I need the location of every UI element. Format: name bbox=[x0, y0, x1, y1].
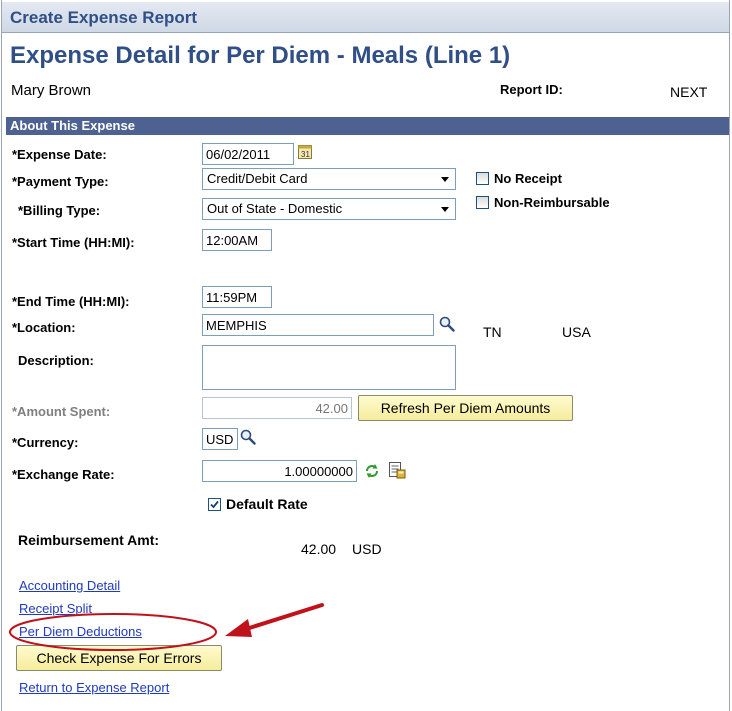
return-to-expense-report-link[interactable]: Return to Expense Report bbox=[19, 680, 169, 695]
end-time-label: *End Time (HH:MI): bbox=[12, 294, 130, 309]
reimbursement-currency: USD bbox=[352, 541, 382, 557]
payment-type-label: *Payment Type: bbox=[12, 174, 109, 189]
report-id-value: NEXT bbox=[670, 84, 708, 100]
rate-detail-icon[interactable] bbox=[388, 461, 406, 484]
location-input[interactable] bbox=[202, 314, 434, 336]
description-textarea[interactable] bbox=[202, 345, 456, 390]
non-reimbursable-checkbox[interactable] bbox=[476, 196, 489, 209]
page-title: Expense Detail for Per Diem - Meals (Lin… bbox=[10, 42, 511, 69]
default-rate-label: Default Rate bbox=[226, 496, 308, 512]
location-lookup-icon[interactable] bbox=[439, 316, 455, 337]
no-receipt-checkbox[interactable] bbox=[476, 172, 489, 185]
annotation-arrow-shaft bbox=[241, 603, 324, 632]
billing-type-select[interactable]: Out of State - Domestic bbox=[202, 198, 456, 220]
annotation-overlay bbox=[9, 603, 324, 651]
reimbursement-label: Reimbursement Amt: bbox=[18, 532, 160, 548]
location-state: TN bbox=[483, 324, 502, 340]
expense-date-input[interactable] bbox=[202, 143, 294, 165]
description-label: Description: bbox=[18, 353, 94, 368]
reimbursement-amount: 42.00 bbox=[301, 541, 337, 557]
start-time-input[interactable] bbox=[202, 229, 272, 251]
amount-spent-label: *Amount Spent: bbox=[12, 404, 111, 419]
billing-type-label: *Billing Type: bbox=[18, 203, 101, 218]
no-receipt-label: No Receipt bbox=[494, 171, 562, 186]
start-time-label: *Start Time (HH:MI): bbox=[12, 235, 135, 250]
location-label: *Location: bbox=[12, 320, 76, 335]
chevron-down-icon bbox=[441, 207, 449, 212]
currency-label: *Currency: bbox=[12, 435, 79, 450]
currency-input[interactable] bbox=[202, 428, 238, 450]
exchange-rate-label: *Exchange Rate: bbox=[12, 467, 115, 482]
payment-type-value: Credit/Debit Card bbox=[207, 171, 308, 186]
employee-name: Mary Brown bbox=[11, 82, 92, 99]
header-bar: Create Expense Report bbox=[2, 2, 729, 33]
refresh-per-diem-button[interactable]: Refresh Per Diem Amounts bbox=[358, 395, 573, 421]
report-id-label: Report ID: bbox=[500, 82, 563, 97]
annotation-arrow-head bbox=[225, 619, 252, 637]
exchange-rate-input[interactable] bbox=[202, 460, 357, 482]
billing-type-value: Out of State - Domestic bbox=[207, 201, 343, 216]
calendar-icon[interactable]: 31 bbox=[298, 145, 312, 164]
section-header: About This Expense bbox=[6, 117, 729, 135]
currency-lookup-icon[interactable] bbox=[240, 429, 256, 450]
annotation-ellipse bbox=[9, 613, 217, 651]
chevron-down-icon bbox=[441, 177, 449, 182]
default-rate-checkbox[interactable] bbox=[208, 498, 221, 511]
header-title: Create Expense Report bbox=[10, 8, 198, 27]
payment-type-select[interactable]: Credit/Debit Card bbox=[202, 168, 456, 190]
non-reimbursable-label: Non-Reimbursable bbox=[494, 195, 610, 210]
svg-text:31: 31 bbox=[301, 150, 310, 159]
refresh-icon[interactable] bbox=[364, 463, 380, 484]
expense-date-label: *Expense Date: bbox=[12, 147, 107, 162]
section-title: About This Expense bbox=[10, 118, 135, 133]
end-time-input[interactable] bbox=[202, 286, 272, 308]
location-country: USA bbox=[562, 324, 591, 340]
amount-spent-input bbox=[202, 397, 352, 419]
